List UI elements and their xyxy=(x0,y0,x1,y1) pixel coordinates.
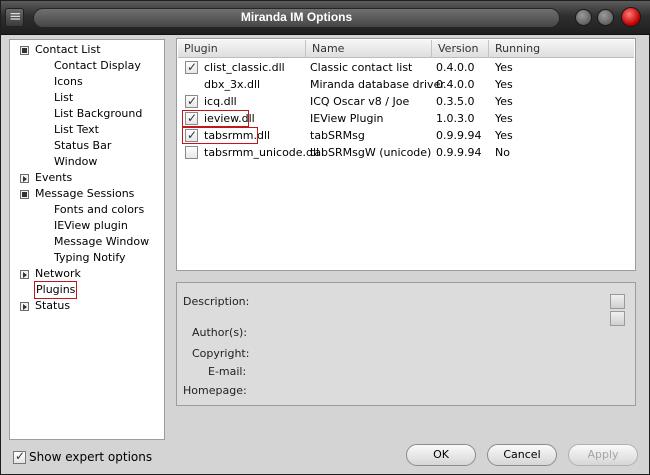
plugin-file-cell: clist_classic.dll xyxy=(204,61,285,74)
plugin-file-cell: dbx_3x.dll xyxy=(204,78,261,91)
plugin-version-cell: 0.3.5.0 xyxy=(436,95,475,108)
plugin-list: Plugin Name Version Running clist_classi… xyxy=(176,38,636,271)
tree-item-label: Contact List xyxy=(35,43,101,56)
title-bar[interactable]: Miranda IM Options xyxy=(1,1,650,35)
expand-icon[interactable] xyxy=(20,270,29,279)
scroll-up-button[interactable] xyxy=(610,294,625,309)
plugin-version-cell: 0.9.9.94 xyxy=(436,146,482,159)
plugin-running-cell: No xyxy=(495,146,510,159)
options-window: Miranda IM Options Contact List Contact D… xyxy=(0,0,650,475)
tree-item-label: Message Sessions xyxy=(35,187,135,200)
column-header-name[interactable]: Name xyxy=(306,40,432,58)
tree-item[interactable]: List Background xyxy=(10,106,164,122)
homepage-label: Homepage: xyxy=(183,384,247,397)
expand-icon[interactable] xyxy=(20,174,29,183)
email-label: E-mail: xyxy=(208,365,247,378)
cancel-button[interactable]: Cancel xyxy=(487,444,557,466)
plugin-name-cell: tabSRMsg xyxy=(310,129,365,142)
plugin-details-panel: Description: Author(s): Copyright: E-mai… xyxy=(176,282,636,406)
expand-icon[interactable] xyxy=(20,302,29,311)
tree-item-label: IEView plugin xyxy=(54,219,128,232)
tree-item-label: Typing Notify xyxy=(54,251,126,264)
plugin-file-cell: icq.dll xyxy=(204,95,237,108)
tree-item[interactable]: Fonts and colors xyxy=(10,202,164,218)
plugin-version-cell: 0.9.9.94 xyxy=(436,129,482,142)
apply-button[interactable]: Apply xyxy=(568,444,638,466)
plugin-running-cell: Yes xyxy=(495,95,513,108)
ok-button[interactable]: OK xyxy=(406,444,476,466)
tree-item[interactable]: Message Sessions xyxy=(10,186,164,202)
tree-item-label: Plugins xyxy=(33,281,78,299)
tree-item-label: Contact Display xyxy=(54,59,141,72)
tree-item-label: List xyxy=(54,91,74,104)
tree-item-label: Status Bar xyxy=(54,139,112,152)
minimize-button[interactable] xyxy=(575,9,592,26)
plugin-name-cell: IEView Plugin xyxy=(310,112,384,125)
plugin-name-cell: Miranda database driver xyxy=(310,78,445,91)
plugin-name-cell: Classic contact list xyxy=(310,61,413,74)
tree-item-label: Icons xyxy=(54,75,83,88)
plugin-version-cell: 1.0.3.0 xyxy=(436,112,475,125)
tree-item[interactable]: Icons xyxy=(10,74,164,90)
maximize-button[interactable] xyxy=(597,9,614,26)
collapse-icon[interactable] xyxy=(20,190,29,199)
collapse-icon[interactable] xyxy=(20,46,29,55)
plugin-file-cell: tabsrmm_unicode.dll xyxy=(204,146,320,159)
tree-item-label: Window xyxy=(54,155,98,168)
expert-options-label[interactable]: Show expert options xyxy=(29,450,152,464)
tree-item[interactable]: Typing Notify xyxy=(10,250,164,266)
tree-item[interactable]: Message Window xyxy=(10,234,164,250)
tree-item[interactable]: Plugins xyxy=(10,281,164,299)
tree-item-label: List Background xyxy=(54,107,143,120)
authors-label: Author(s): xyxy=(192,326,248,339)
copyright-label: Copyright: xyxy=(192,347,250,360)
column-header-plugin[interactable]: Plugin xyxy=(178,40,306,58)
tree-item[interactable]: Status xyxy=(10,298,164,314)
scroll-down-button[interactable] xyxy=(610,311,625,326)
plugin-enable-checkbox[interactable] xyxy=(185,93,198,110)
tree-item[interactable]: List xyxy=(10,90,164,106)
plugin-row[interactable]: icq.dll ICQ Oscar v8 / Joe 0.3.5.0 Yes xyxy=(178,93,634,110)
plugin-row[interactable]: tabsrmm_unicode.dll tabSRMsgW (unicode) 0.… xyxy=(178,144,634,161)
plugin-running-cell: Yes xyxy=(495,112,513,125)
plugin-row[interactable]: ieview.dllIEView Plugin1.0.3.0Yes xyxy=(178,110,634,127)
tree-item[interactable]: Network xyxy=(10,266,164,282)
plugin-running-cell: Yes xyxy=(495,129,513,142)
plugin-row[interactable]: dbx_3x.dll Miranda database driver 0.4.0.0… xyxy=(178,76,634,93)
expert-options-checkbox[interactable] xyxy=(13,449,26,464)
plugin-row[interactable]: clist_classic.dll Classic contact list 0.4… xyxy=(178,59,634,76)
tree-item-label: Fonts and colors xyxy=(54,203,145,216)
plugin-version-cell: 0.4.0.0 xyxy=(436,61,475,74)
window-title: Miranda IM Options xyxy=(240,10,353,24)
tree-item-label: Network xyxy=(35,267,81,280)
plugin-version-cell: 0.4.0.0 xyxy=(436,78,475,91)
highlight-box xyxy=(182,127,258,144)
highlight-box xyxy=(182,110,249,127)
tree-item[interactable]: Window xyxy=(10,154,164,170)
tree-item[interactable]: Events xyxy=(10,170,164,186)
tree-item-label: Status xyxy=(35,299,71,312)
window-menu-icon[interactable] xyxy=(5,7,24,27)
column-header-version[interactable]: Version xyxy=(432,40,489,58)
plugin-enable-checkbox[interactable] xyxy=(185,59,198,76)
tree-item-label: Message Window xyxy=(54,235,150,248)
tree-item-label: Events xyxy=(35,171,73,184)
tree-item[interactable]: Status Bar xyxy=(10,138,164,154)
plugin-name-cell: tabSRMsgW (unicode) xyxy=(310,146,432,159)
plugin-row[interactable]: tabsrmm.dlltabSRMsg0.9.9.94Yes xyxy=(178,127,634,144)
description-label: Description: xyxy=(183,295,250,308)
tree-item[interactable]: List Text xyxy=(10,122,164,138)
tree-item-label: List Text xyxy=(54,123,99,136)
close-button[interactable] xyxy=(621,7,641,27)
column-header-running[interactable]: Running xyxy=(489,40,634,58)
plugin-name-cell: ICQ Oscar v8 / Joe xyxy=(310,95,410,108)
plugin-enable-checkbox[interactable] xyxy=(185,146,198,159)
tree-item[interactable]: Contact List xyxy=(10,42,164,58)
plugin-running-cell: Yes xyxy=(495,78,513,91)
options-tree: Contact List Contact Display Icons List List… xyxy=(9,39,165,440)
tree-item[interactable]: IEView plugin xyxy=(10,218,164,234)
tree-item[interactable]: Contact Display xyxy=(10,58,164,74)
plugin-running-cell: Yes xyxy=(495,61,513,74)
plugin-list-header: Plugin Name Version Running xyxy=(178,40,634,58)
